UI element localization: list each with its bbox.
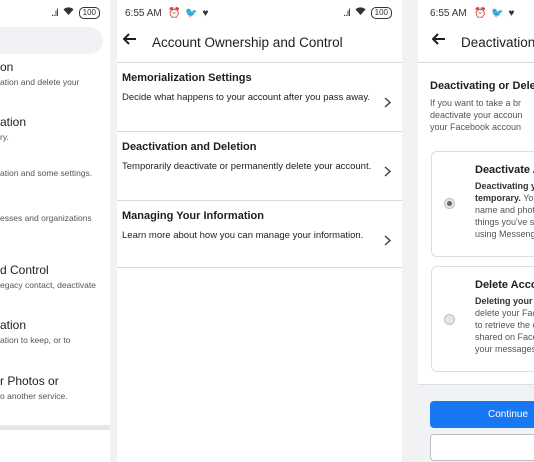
option-title: Deactivate Ac [475,164,534,176]
delete-option[interactable]: Delete Accou Deleting your a delete your… [431,266,534,372]
status-time: 6:55 AM [430,8,467,19]
settings-item[interactable]: esses and organizations [0,210,110,223]
arrow-left-icon[interactable] [122,32,137,49]
app-header: Deactivation [418,26,534,62]
deactivate-option[interactable]: Deactivate Ac Deactivating yo temporary.… [431,151,534,257]
list-item-desc: Learn more about how you can manage your… [122,230,364,241]
option-bold-text: temporary. [475,193,521,203]
settings-item-desc: ation and delete your [0,77,80,87]
list-item-desc: Temporarily deactivate or permanently de… [122,161,372,172]
option-bold-text: Deactivating yo [475,181,534,191]
settings-item-desc: o another service. [0,391,68,401]
deactivation-screen: 6:55 AM ⏰ 🐦 ♥ Deactivation Deactivating … [418,0,534,462]
option-text: your messages [475,344,534,354]
status-bar: ..ıl 100 [0,0,110,26]
signal-icon: ..ıl [343,7,351,19]
option-text: to retrieve the c [475,320,534,330]
settings-item-title: d Control [0,263,49,277]
chevron-right-icon [384,235,392,249]
chevron-right-icon [384,166,392,180]
list-item-title: Deactivation and Deletion [122,141,257,153]
section-title: Deactivating or Dele [430,80,534,92]
option-text: Your [523,193,534,203]
settings-item-title: ation [0,318,27,332]
list-item-deactivation[interactable]: Deactivation and Deletion Temporarily de… [117,132,402,201]
battery-icon: 100 [370,7,392,19]
section-desc-line: If you want to take a br [430,98,522,108]
settings-item-desc: egacy contact, deactivate [0,280,96,290]
search-bar[interactable] [0,27,103,54]
status-time: 6:55 AM [125,8,162,19]
settings-item[interactable]: r Photos or o another service. [0,374,110,401]
settings-item[interactable]: ation ation to keep, or to [0,318,110,345]
notification-icons: ⏰ 🐦 ♥ [168,8,210,19]
account-ownership-screen: 6:55 AM ⏰ 🐦 ♥ ..ıl 100 Account Ownership… [117,0,402,462]
arrow-left-icon[interactable] [431,32,446,49]
settings-item[interactable]: on ation and delete your [0,60,110,87]
settings-item-title: ation [0,115,27,129]
settings-item-title: r Photos or [0,374,59,388]
status-bar: 6:55 AM ⏰ 🐦 ♥ ..ıl 100 [117,0,402,26]
scroll-divider [0,425,110,430]
option-title: Delete Accou [475,279,534,291]
option-text: shared on Faceb [475,332,534,342]
status-bar: 6:55 AM ⏰ 🐦 ♥ [418,0,534,26]
app-header: Account Ownership and Control [117,26,402,62]
option-text: using Messeng [475,229,534,239]
list-item-memorialization[interactable]: Memorialization Settings Decide what hap… [117,63,402,132]
continue-button[interactable]: Continue [430,401,534,428]
page-title: Deactivation [461,35,534,50]
settings-item-desc: ation and some settings. [0,168,93,178]
section-desc: If you want to take a br deactivate your… [430,97,523,133]
settings-item[interactable]: ation and some settings. [0,165,110,178]
option-text: things you've sh [475,217,534,227]
wifi-icon [355,7,366,19]
settings-list: Memorialization Settings Decide what hap… [117,62,402,268]
settings-item-desc: ry. [0,132,9,142]
list-item-managing-info[interactable]: Managing Your Information Learn more abo… [117,201,402,268]
header-divider [418,62,534,63]
cancel-button[interactable] [430,434,534,461]
footer-actions: Continue [418,384,534,462]
left-screen: ..ıl 100 on ation and delete your ation … [0,0,110,462]
section-desc-line: your Facebook accoun [430,122,522,132]
settings-item-ownership[interactable]: d Control egacy contact, deactivate [0,263,110,290]
radio-button-selected[interactable] [444,198,455,209]
section-desc-line: deactivate your accoun [430,110,523,120]
option-body: Deleting your a delete your Fac to retri… [475,295,534,355]
list-item-title: Memorialization Settings [122,72,252,84]
settings-item-desc: ation to keep, or to [0,335,71,345]
battery-icon: 100 [78,7,100,19]
list-item-title: Managing Your Information [122,210,264,222]
settings-item[interactable]: ation ry. [0,115,110,142]
settings-item-title: on [0,60,14,74]
list-item-desc: Decide what happens to your account afte… [122,92,371,103]
settings-item-desc: esses and organizations [0,213,92,223]
option-bold-text: Deleting your a [475,296,534,306]
option-text: name and photo [475,205,534,215]
wifi-icon [63,7,74,19]
radio-button[interactable] [444,314,455,325]
notification-icons: ⏰ 🐦 ♥ [474,8,516,19]
option-body: Deactivating yo temporary. Your name and… [475,180,534,240]
option-text: delete your Fac [475,308,534,318]
page-title: Account Ownership and Control [152,35,343,50]
chevron-right-icon [384,97,392,111]
signal-icon: ..ıl [51,7,59,19]
